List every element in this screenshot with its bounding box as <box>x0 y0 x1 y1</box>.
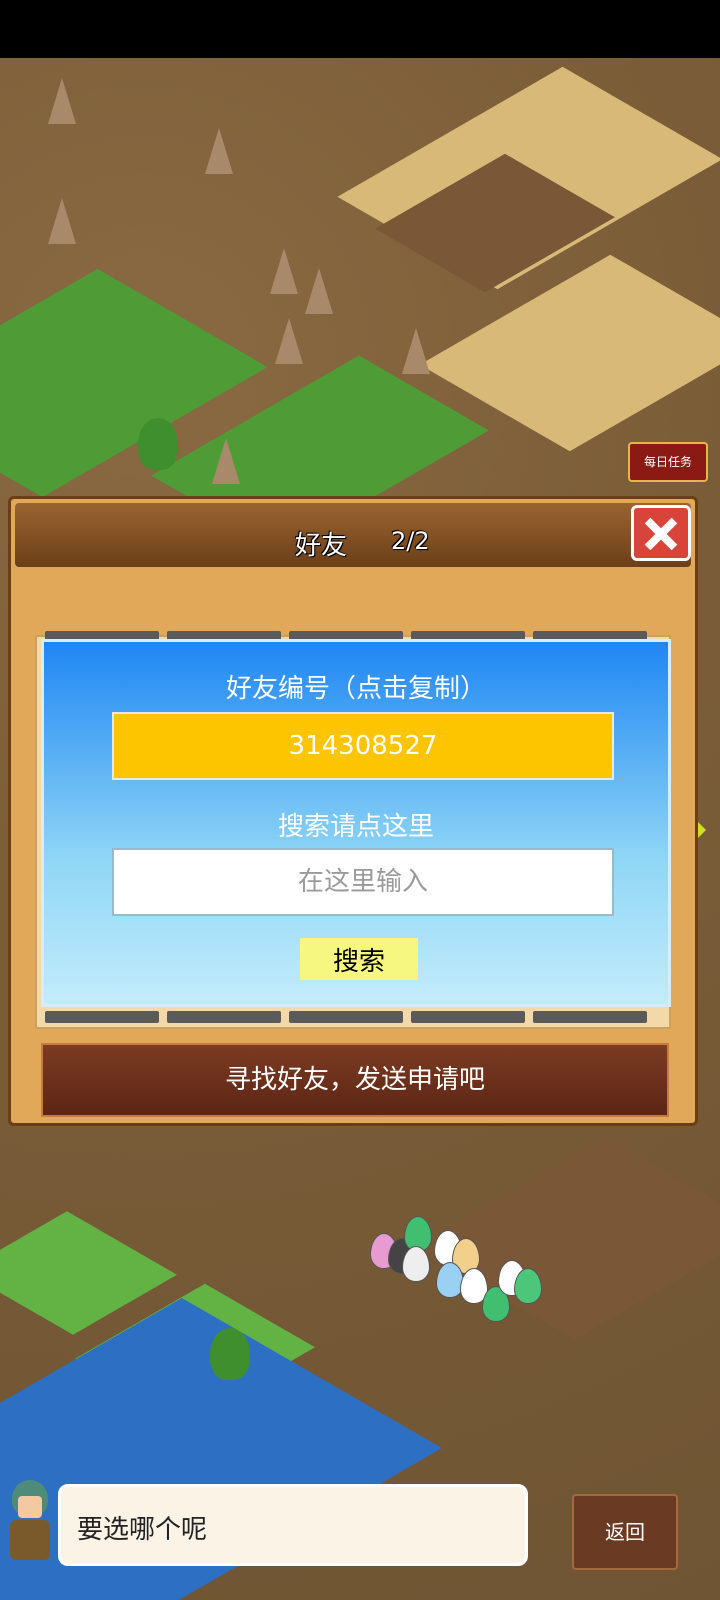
dialog-title-bar: 好友 2/2 <box>15 503 691 567</box>
back-button[interactable]: 返回 <box>572 1494 678 1570</box>
close-button[interactable] <box>631 505 691 561</box>
avatar <box>2 1476 58 1566</box>
speech-bubble: 要选哪个呢 <box>58 1484 528 1566</box>
daily-task-button[interactable]: 每日任务 <box>628 442 708 482</box>
status-bar <box>0 0 720 58</box>
search-label: 搜索请点这里 <box>277 812 434 842</box>
dialog-title: 好友 <box>295 531 348 561</box>
search-button[interactable]: 搜索 <box>300 938 418 980</box>
friend-id-label: 好友编号（点击复制） <box>225 674 486 704</box>
send-request-banner: 寻找好友，发送申请吧 <box>41 1043 669 1117</box>
friend-count: 2/2 <box>391 527 430 555</box>
friends-dialog: 好友 2/2 好友编号（点击复制） 314308527 搜索请点这里 搜索 寻找… <box>8 496 698 1126</box>
search-input[interactable] <box>112 848 614 916</box>
friend-search-panel: 好友编号（点击复制） 314308527 搜索请点这里 搜索 <box>41 639 671 1007</box>
speech-text: 要选哪个呢 <box>77 1515 208 1545</box>
slot-strip-bottom <box>45 1011 647 1023</box>
friend-id-copy-button[interactable]: 314308527 <box>112 712 614 780</box>
